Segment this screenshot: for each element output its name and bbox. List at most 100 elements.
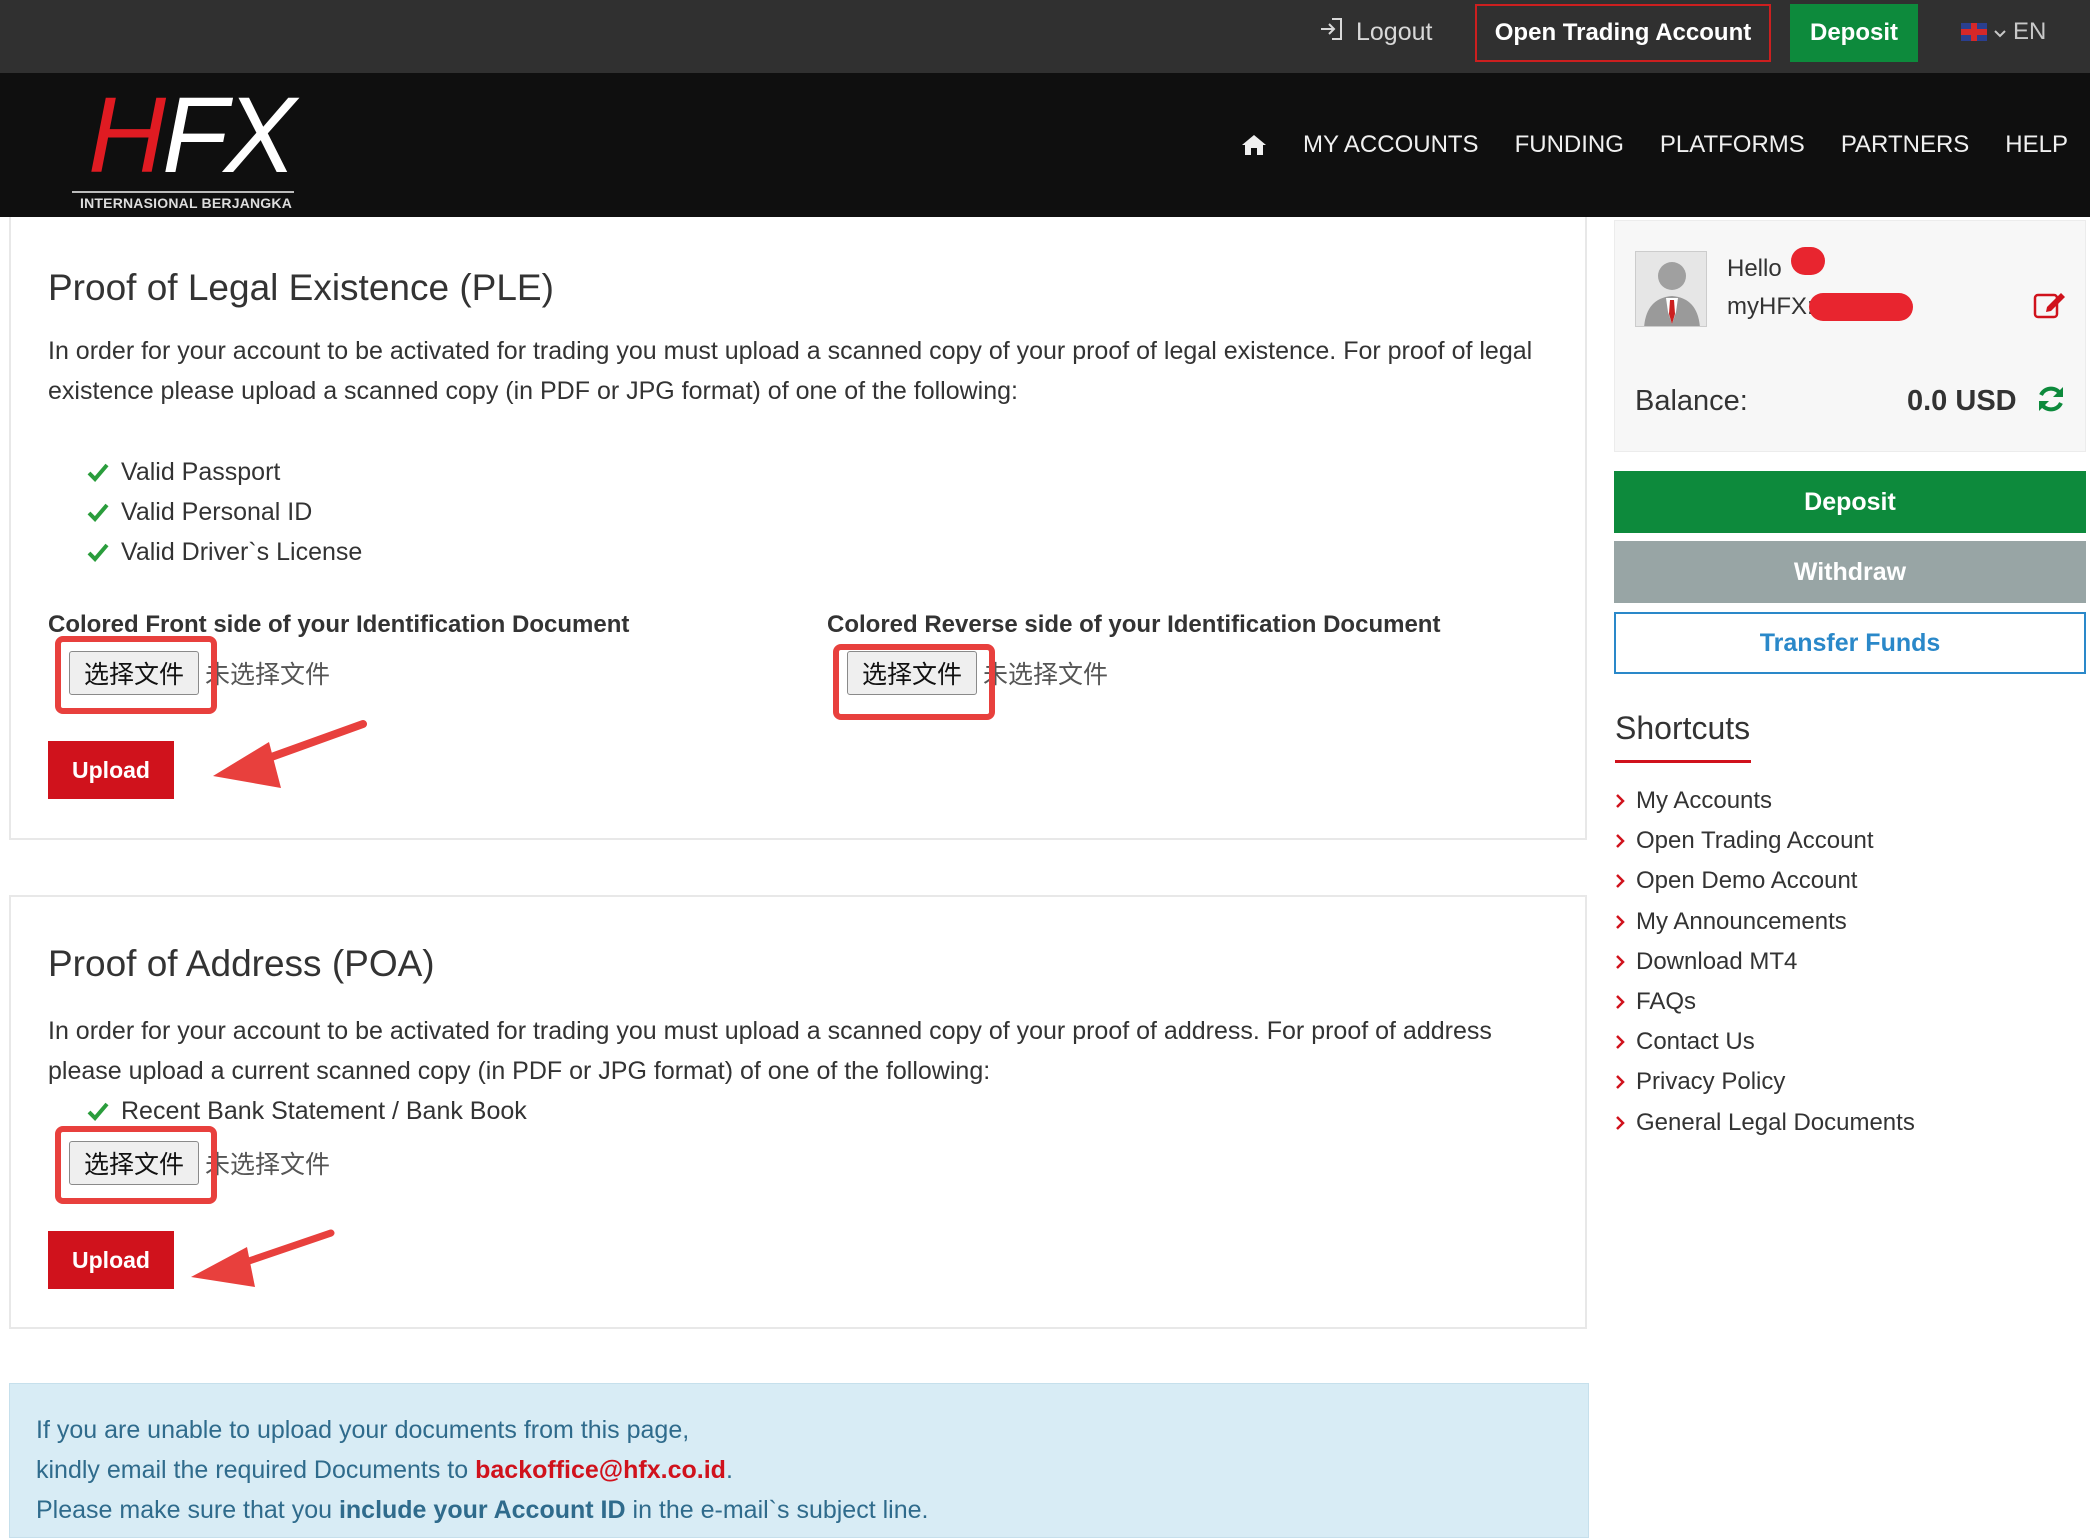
info-line-2: kindly email the required Documents to b…: [36, 1456, 733, 1485]
info-line-2-end: .: [725, 1456, 733, 1484]
hello-label: Hello: [1727, 255, 1782, 282]
refresh-icon[interactable]: [2035, 383, 2067, 415]
check-icon: [87, 503, 109, 522]
info-line-3: Please make sure that you include your A…: [36, 1496, 928, 1525]
ple-panel: Proof of Legal Existence (PLE) In order …: [9, 217, 1587, 840]
logout-icon: [1318, 16, 1344, 49]
deposit-top-button[interactable]: Deposit: [1790, 4, 1918, 62]
user-box: Hello myHFX: Balance: 0.0 USD: [1614, 220, 2086, 452]
list-item: Valid Driver`s License: [87, 532, 362, 572]
info-line-3-text: Please make sure that you: [36, 1496, 339, 1524]
shortcuts-title: Shortcuts: [1615, 710, 1751, 746]
logout-link[interactable]: Logout: [1318, 0, 1432, 64]
language-selector[interactable]: EN: [1961, 0, 2046, 64]
check-icon: [87, 543, 109, 562]
shortcut-label: Download MT4: [1636, 947, 1798, 975]
language-label: EN: [2013, 18, 2047, 45]
nav-funding[interactable]: FUNDING: [1515, 131, 1624, 159]
reverse-side-label: Colored Reverse side of your Identificat…: [827, 611, 1441, 638]
poa-description: In order for your account to be activate…: [48, 1017, 1492, 1085]
no-file-text: 未选择文件: [205, 661, 331, 689]
email-info-box: If you are unable to upload your documen…: [9, 1383, 1589, 1538]
shortcut-label: Open Demo Account: [1636, 867, 1858, 895]
shortcut-contact-us[interactable]: Contact Us: [1614, 1022, 1915, 1062]
avatar: [1635, 251, 1707, 327]
shortcut-my-accounts[interactable]: My Accounts: [1614, 781, 1915, 821]
no-file-text: 未选择文件: [205, 1151, 331, 1179]
chevron-right-icon: [1616, 1075, 1625, 1090]
main-nav: MY ACCOUNTS FUNDING PLATFORMS PARTNERS H…: [1241, 73, 2068, 217]
flag-icon: [1961, 23, 1987, 41]
shortcuts-list: My Accounts Open Trading Account Open De…: [1614, 781, 1915, 1143]
nav-help[interactable]: HELP: [2005, 131, 2068, 159]
list-item: Recent Bank Statement / Bank Book: [87, 1091, 527, 1131]
no-file-text: 未选择文件: [983, 661, 1109, 689]
list-item-label: Valid Driver`s License: [121, 537, 363, 566]
check-icon: [87, 463, 109, 482]
chevron-right-icon: [1616, 954, 1625, 969]
ple-title: Proof of Legal Existence (PLE): [48, 267, 554, 308]
shortcut-open-demo-account[interactable]: Open Demo Account: [1614, 861, 1915, 901]
shortcut-label: Privacy Policy: [1636, 1068, 1786, 1096]
shortcut-label: My Announcements: [1636, 907, 1847, 935]
sidebar-deposit-button[interactable]: Deposit: [1614, 471, 2086, 533]
logo-h: H: [88, 74, 166, 195]
chevron-right-icon: [1616, 794, 1625, 808]
myhfx-label: myHFX:: [1727, 293, 1814, 320]
chevron-right-icon: [1616, 1115, 1625, 1130]
chevron-right-icon: [1616, 914, 1625, 929]
poa-upload-button[interactable]: Upload: [48, 1231, 174, 1289]
list-item-label: Recent Bank Statement / Bank Book: [121, 1096, 527, 1125]
redaction-scribble: [1809, 293, 1913, 321]
shortcut-general-legal-documents[interactable]: General Legal Documents: [1614, 1103, 1915, 1143]
shortcut-my-announcements[interactable]: My Announcements: [1614, 902, 1915, 942]
shortcuts-underline: [1615, 760, 1751, 763]
chevron-down-icon: [1993, 18, 2007, 46]
chevron-right-icon: [1616, 1035, 1625, 1050]
arrow-annotation: [213, 720, 367, 788]
sidebar-withdraw-button[interactable]: Withdraw: [1614, 541, 2086, 603]
ple-description: In order for your account to be activate…: [48, 337, 1533, 405]
poa-title: Proof of Address (POA): [48, 943, 435, 984]
nav-my-accounts[interactable]: MY ACCOUNTS: [1303, 131, 1479, 159]
main-header: HFX INTERNASIONAL BERJANGKA MY ACCOUNTS …: [0, 73, 2090, 217]
ple-upload-button[interactable]: Upload: [48, 741, 174, 799]
open-trading-account-button[interactable]: Open Trading Account: [1475, 4, 1771, 62]
chevron-right-icon: [1616, 834, 1625, 849]
shortcut-label: My Accounts: [1636, 787, 1773, 815]
shortcut-faqs[interactable]: FAQs: [1614, 982, 1915, 1022]
shortcut-open-trading-account[interactable]: Open Trading Account: [1614, 821, 1915, 861]
shortcut-download-mt4[interactable]: Download MT4: [1614, 942, 1915, 982]
logo-subtitle: INTERNASIONAL BERJANGKA: [80, 195, 293, 211]
poa-panel: Proof of Address (POA) In order for your…: [9, 895, 1587, 1329]
list-item: Valid Personal ID: [87, 492, 362, 532]
info-line-2-text: kindly email the required Documents to: [36, 1456, 476, 1484]
highlight-box: [833, 644, 995, 720]
logo-divider: [72, 191, 294, 193]
shortcut-label: FAQs: [1636, 988, 1697, 1016]
redaction-scribble: [1791, 247, 1825, 275]
info-line-3-end: in the e-mail`s subject line.: [625, 1496, 929, 1524]
edit-icon[interactable]: [2033, 289, 2067, 319]
poa-checklist: Recent Bank Statement / Bank Book: [87, 1091, 527, 1131]
list-item: Valid Passport: [87, 452, 362, 492]
shortcut-label: Contact Us: [1636, 1028, 1755, 1056]
highlight-box: [55, 636, 217, 714]
info-line-1: If you are unable to upload your documen…: [36, 1416, 690, 1444]
ple-checklist: Valid Passport Valid Personal ID Valid D…: [87, 452, 362, 572]
sidebar-transfer-button[interactable]: Transfer Funds: [1614, 612, 2086, 674]
hfx-logo[interactable]: HFX INTERNASIONAL BERJANGKA: [72, 81, 298, 211]
shortcut-privacy-policy[interactable]: Privacy Policy: [1614, 1062, 1915, 1102]
front-side-label: Colored Front side of your Identificatio…: [48, 611, 630, 638]
logo-fx: FX: [162, 74, 296, 195]
email-link[interactable]: backoffice@hfx.co.id: [475, 1456, 726, 1484]
arrow-annotation: [191, 1229, 335, 1287]
nav-platforms[interactable]: PLATFORMS: [1660, 131, 1805, 159]
balance-value: 0.0 USD: [1907, 385, 2017, 417]
home-icon[interactable]: [1241, 133, 1267, 157]
shortcut-label: Open Trading Account: [1636, 827, 1874, 855]
top-bar: Logout Open Trading Account Deposit EN: [0, 0, 2090, 73]
shortcut-label: General Legal Documents: [1636, 1108, 1915, 1136]
nav-partners[interactable]: PARTNERS: [1841, 131, 1969, 159]
logout-label: Logout: [1356, 17, 1433, 46]
